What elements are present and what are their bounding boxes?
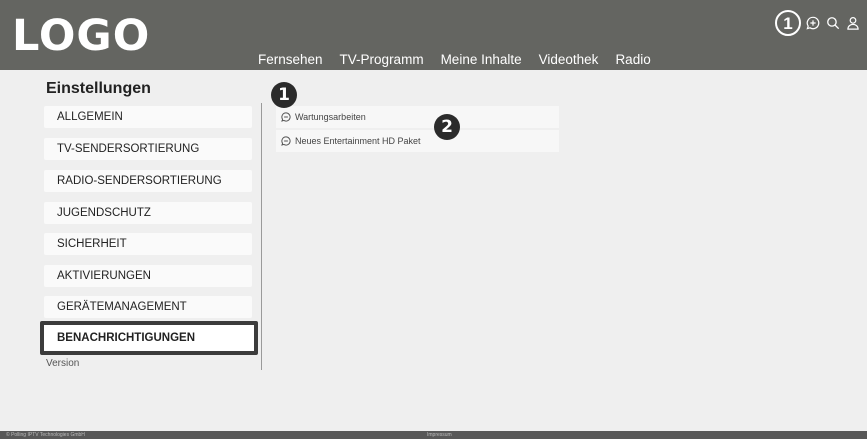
notification-label: Wartungsarbeiten (295, 112, 366, 122)
notification-label: Neues Entertainment HD Paket (295, 136, 421, 146)
message-plus-icon[interactable] (805, 15, 821, 31)
notification-item[interactable]: Wartungsarbeiten (276, 106, 559, 128)
footer: © Polling IPTV Technologies GmbH Impress… (0, 431, 867, 439)
footer-impressum-link[interactable]: Impressum (427, 431, 452, 439)
header-icons: 1 (775, 10, 861, 36)
message-icon (281, 112, 291, 122)
settings-item-sicherheit[interactable]: SICHERHEIT (44, 233, 252, 255)
main-nav: Fernsehen TV-Programm Meine Inhalte Vide… (258, 51, 668, 69)
callout-badge-1: 1 (271, 82, 297, 108)
message-icon (281, 136, 291, 146)
settings-item-benachrichtigungen[interactable]: BENACHRICHTIGUNGEN (40, 321, 258, 355)
settings-item-geraetemanagement[interactable]: GERÄTEMANAGEMENT (44, 296, 252, 318)
footer-copyright: © Polling IPTV Technologies GmbH (6, 432, 85, 438)
nav-item-tv-programm[interactable]: TV-Programm (340, 51, 424, 69)
notification-item[interactable]: Neues Entertainment HD Paket (276, 130, 559, 152)
settings-item-aktivierungen[interactable]: AKTIVIERUNGEN (44, 265, 252, 287)
nav-item-meine-inhalte[interactable]: Meine Inhalte (441, 51, 522, 69)
top-header: LOGO Fernsehen TV-Programm Meine Inhalte… (0, 0, 867, 70)
callout-badge-2: 2 (434, 114, 460, 140)
nav-item-fernsehen[interactable]: Fernsehen (258, 51, 323, 69)
nav-item-radio[interactable]: Radio (615, 51, 650, 69)
settings-item-jugendschutz[interactable]: JUGENDSCHUTZ (44, 202, 252, 224)
nav-item-videothek[interactable]: Videothek (539, 51, 599, 69)
vertical-divider (261, 103, 262, 370)
settings-item-radio-sendersortierung[interactable]: RADIO-SENDERSORTIERUNG (44, 170, 252, 192)
header-callout-badge: 1 (775, 10, 801, 36)
settings-item-tv-sendersortierung[interactable]: TV-SENDERSORTIERUNG (44, 138, 252, 160)
settings-item-allgemein[interactable]: ALLGEMEIN (44, 106, 252, 128)
page-title: Einstellungen (46, 80, 151, 97)
logo[interactable]: LOGO (12, 12, 150, 60)
search-icon[interactable] (825, 15, 841, 31)
version-label: Version (46, 358, 80, 369)
user-icon[interactable] (845, 15, 861, 31)
